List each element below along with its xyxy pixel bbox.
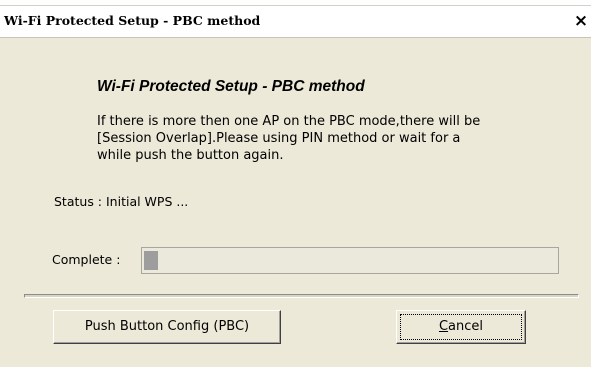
dialog-heading: Wi-Fi Protected Setup - PBC method — [97, 78, 365, 95]
message-line: If there is more then one AP on the PBC … — [97, 114, 481, 129]
progress-bar — [141, 247, 559, 274]
instruction-message: If there is more then one AP on the PBC … — [97, 113, 547, 164]
complete-label: Complete : — [52, 252, 121, 267]
progress-fill — [144, 251, 158, 270]
cancel-label-rest: ancel — [448, 319, 484, 334]
window-title: Wi-Fi Protected Setup - PBC method — [4, 13, 261, 28]
cancel-button-focus-rect: Cancel — [400, 314, 522, 340]
close-icon[interactable]: × — [572, 11, 590, 31]
message-line: while push the button again. — [97, 148, 284, 163]
cancel-button[interactable]: Cancel — [396, 310, 526, 344]
message-line: [Session Overlap].Please using PIN metho… — [97, 131, 461, 146]
wps-pbc-dialog: Wi-Fi Protected Setup - PBC method × Wi-… — [0, 5, 591, 367]
separator — [24, 294, 579, 298]
cancel-mnemonic: C — [438, 319, 449, 334]
status-text: Status : Initial WPS ... — [54, 194, 189, 209]
push-button-config-button[interactable]: Push Button Config (PBC) — [53, 310, 281, 344]
title-bar[interactable]: Wi-Fi Protected Setup - PBC method × — [0, 6, 591, 38]
